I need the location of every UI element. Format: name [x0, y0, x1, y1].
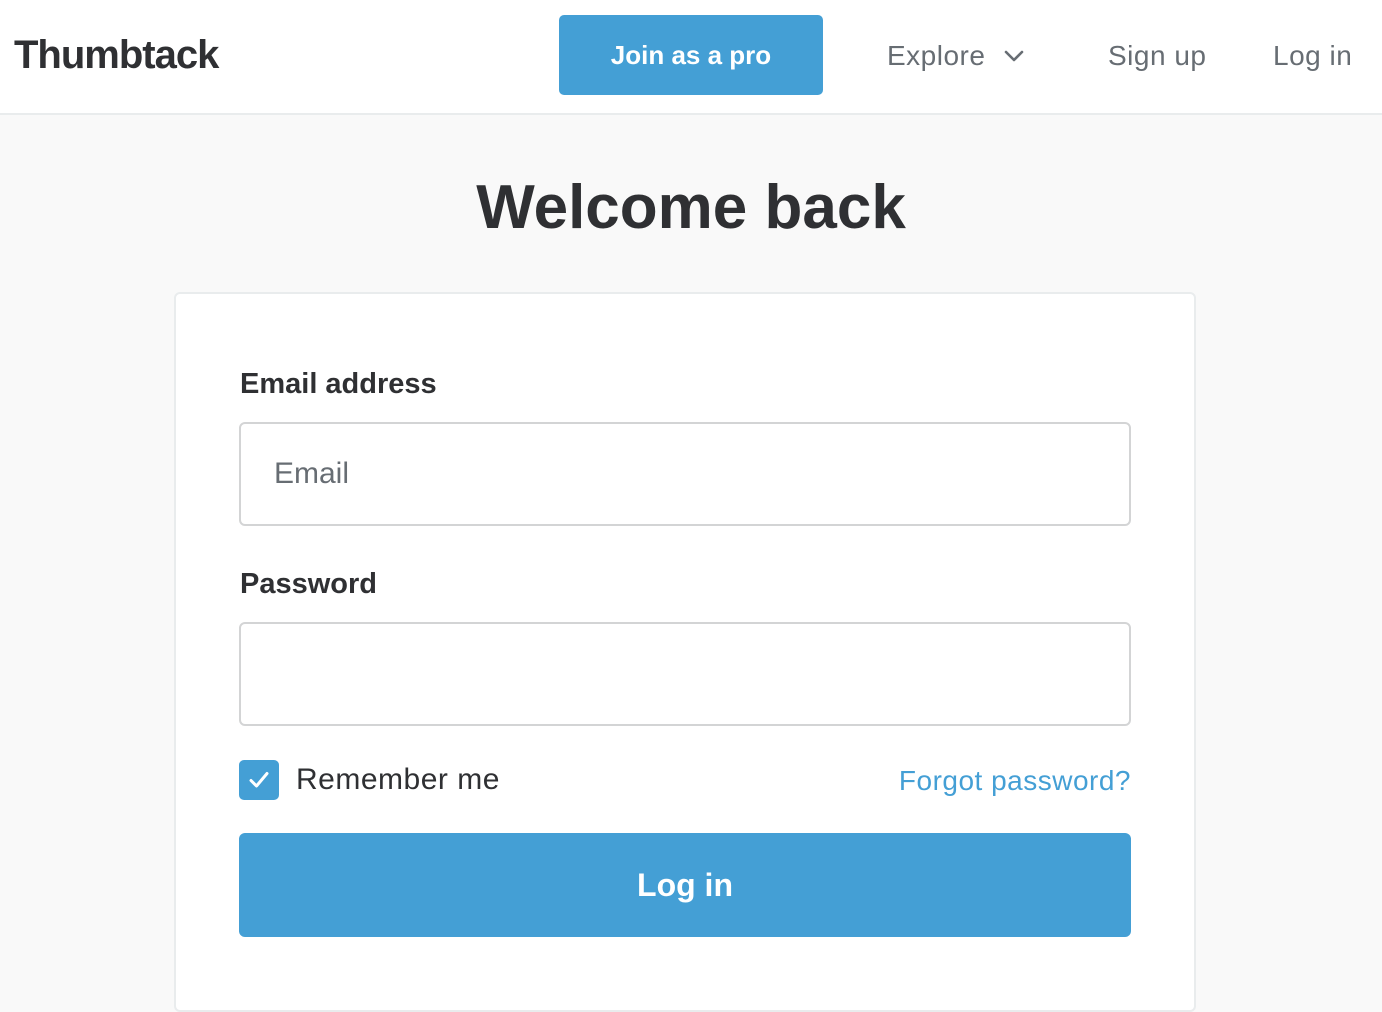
email-field[interactable]	[239, 422, 1131, 526]
thumbtack-logo[interactable]: Thumbtack	[14, 30, 219, 80]
check-icon	[249, 772, 269, 788]
explore-menu[interactable]: Explore	[887, 36, 1027, 76]
remember-me-label[interactable]: Remember me	[296, 761, 500, 799]
log-in-link[interactable]: Log in	[1273, 36, 1352, 76]
email-label: Email address	[240, 368, 437, 400]
log-in-button[interactable]: Log in	[239, 833, 1131, 937]
top-navigation-bar: Thumbtack Join as a pro Explore Sign up …	[0, 0, 1382, 115]
forgot-password-link[interactable]: Forgot password?	[899, 763, 1131, 799]
chevron-down-icon	[1005, 50, 1024, 62]
sign-up-link[interactable]: Sign up	[1108, 36, 1206, 76]
password-label: Password	[240, 568, 377, 600]
join-as-pro-button[interactable]: Join as a pro	[559, 15, 823, 95]
remember-me-checkbox[interactable]	[239, 760, 279, 800]
page-title: Welcome back	[476, 173, 906, 242]
password-field[interactable]	[239, 622, 1131, 726]
explore-label: Explore	[887, 40, 986, 71]
